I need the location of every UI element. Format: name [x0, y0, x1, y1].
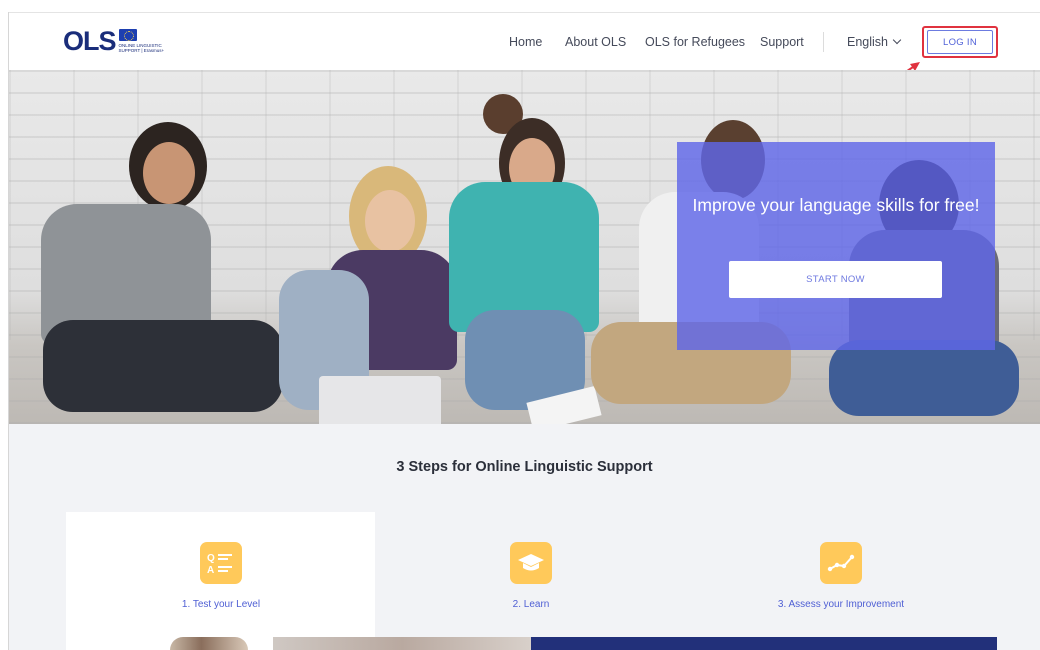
chevron-down-icon: [892, 35, 902, 45]
hero-cta-panel: Improve your language skills for free! S…: [677, 142, 995, 350]
step-label: 3. Assess your Improvement: [777, 599, 905, 610]
hero-banner: Improve your language skills for free! S…: [9, 70, 1040, 424]
quiz-icon: Q A: [200, 542, 242, 584]
start-now-button[interactable]: START NOW: [729, 261, 942, 298]
svg-text:A: A: [207, 565, 214, 576]
logo-badge: ONLINE LINGUISTIC SUPPORT | Erasmus+: [118, 29, 179, 53]
language-label: English: [847, 35, 888, 49]
nav-support[interactable]: Support: [760, 35, 804, 49]
preview-image-banner: [531, 637, 997, 650]
eu-flag-icon: [118, 29, 137, 41]
preview-image-person: [170, 637, 248, 650]
nav-about-ols[interactable]: About OLS: [565, 35, 626, 49]
nav-ols-for-refugees[interactable]: OLS for Refugees: [645, 35, 745, 49]
step-assess-improvement[interactable]: 3. Assess your Improvement: [686, 542, 996, 610]
nav-home[interactable]: Home: [509, 35, 542, 49]
svg-text:Q: Q: [207, 553, 215, 564]
logo-text: OLS: [63, 25, 117, 56]
nav-divider: [823, 32, 824, 52]
ols-logo[interactable]: OLS ONLINE LINGUISTIC SUPPORT | Erasmus+: [63, 26, 179, 56]
steps-title: 3 Steps for Online Linguistic Support: [396, 459, 653, 475]
step-label: 1. Test your Level: [181, 599, 261, 610]
steps-section: 3 Steps for Online Linguistic Support Q …: [9, 424, 1040, 650]
preview-image-photo: [273, 637, 531, 650]
hero-headline: Improve your language skills for free!: [692, 195, 980, 215]
step-label: 2. Learn: [512, 599, 550, 610]
language-selector[interactable]: English: [847, 35, 902, 49]
graduation-cap-icon: [510, 542, 552, 584]
login-button[interactable]: LOG IN: [927, 30, 993, 54]
step-test-level[interactable]: Q A 1. Test your Level: [66, 542, 376, 610]
logo-subtitle: ONLINE LINGUISTIC SUPPORT | Erasmus+: [118, 43, 165, 53]
site-header: OLS ONLINE LINGUISTIC SUPPORT | Erasmus+…: [9, 12, 1040, 85]
progress-chart-icon: [820, 542, 862, 584]
step-learn[interactable]: 2. Learn: [376, 542, 686, 610]
